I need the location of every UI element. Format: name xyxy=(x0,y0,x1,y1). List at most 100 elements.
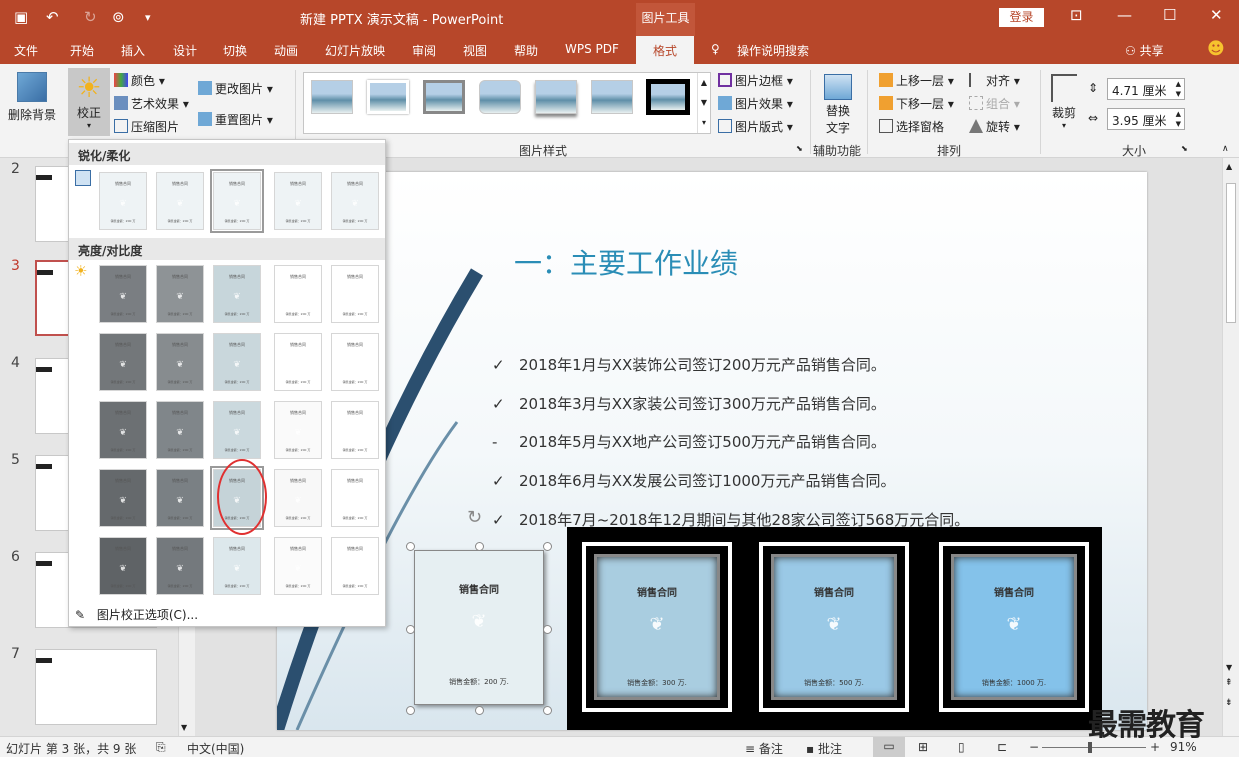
tab-transitions[interactable]: 切换 xyxy=(223,42,247,59)
resize-handle[interactable] xyxy=(543,706,552,715)
rotate-button[interactable]: 旋转 ▾ xyxy=(969,118,1020,135)
tab-home[interactable]: 开始 xyxy=(70,42,94,59)
color-button[interactable]: 颜色 ▾ xyxy=(114,72,165,89)
save-icon[interactable]: ▣ xyxy=(14,8,28,26)
brightness-contrast-option-1-4[interactable]: 销售合同 ❦ 销售金额：200 万 xyxy=(274,265,322,323)
picture-corrections-options[interactable]: ✎ 图片校正选项(C)... xyxy=(69,602,385,626)
resize-handle[interactable] xyxy=(475,706,484,715)
contract-image-4[interactable]: 销售合同 ❦ 销售金额：1000 万. xyxy=(937,540,1091,714)
resize-handle[interactable] xyxy=(543,542,552,551)
canvas-scrollbar[interactable]: ▲ ▼ ⇞ ⇟ xyxy=(1222,158,1239,736)
resize-handle[interactable] xyxy=(543,625,552,634)
picture-style-2[interactable] xyxy=(367,80,409,114)
compress-pictures-button[interactable]: 压缩图片 xyxy=(114,118,179,135)
picture-style-1[interactable] xyxy=(311,80,353,114)
sharpen-option-5[interactable]: 销售合同 ❦ 销售金额：200 万 xyxy=(331,172,379,230)
brightness-contrast-option-3-4[interactable]: 销售合同 ❦ 销售金额：200 万 xyxy=(274,401,322,459)
dialog-launcher-icon[interactable]: ⬊ xyxy=(796,144,803,153)
sharpen-option-4[interactable]: 销售合同 ❦ 销售金额：200 万 xyxy=(274,172,322,230)
reading-view-icon[interactable]: ▯ xyxy=(958,740,965,754)
change-picture-button[interactable]: 更改图片 ▾ xyxy=(198,80,273,97)
tell-me-search[interactable]: 操作说明搜索 xyxy=(737,42,809,59)
reset-picture-button[interactable]: 重置图片 ▾ xyxy=(198,111,273,128)
brightness-contrast-option-1-5[interactable]: 销售合同 ❦ 销售金额：200 万 xyxy=(331,265,379,323)
zoom-out-icon[interactable]: − xyxy=(1029,740,1039,754)
maximize-icon[interactable]: ☐ xyxy=(1163,6,1176,24)
sharpen-option-3[interactable]: 销售合同 ❦ 销售金额：200 万 xyxy=(210,169,264,233)
picture-style-6[interactable] xyxy=(591,80,633,114)
contract-image-3[interactable]: 销售合同 ❦ 销售金额：500 万. xyxy=(757,540,911,714)
customize-qat-icon[interactable]: ▾ xyxy=(145,11,151,24)
brightness-contrast-option-4-4[interactable]: 销售合同 ❦ 销售金额：200 万 xyxy=(274,469,322,527)
brightness-contrast-option-2-1[interactable]: 销售合同 ❦ 销售金额：200 万 xyxy=(99,333,147,391)
minimize-icon[interactable]: — xyxy=(1117,6,1132,24)
picture-border-button[interactable]: 图片边框 ▾ xyxy=(718,72,793,89)
resize-handle[interactable] xyxy=(475,542,484,551)
resize-handle[interactable] xyxy=(406,625,415,634)
tab-format[interactable]: 格式 xyxy=(636,36,694,64)
brightness-contrast-option-5-4[interactable]: 销售合同 ❦ 销售金额：200 万 xyxy=(274,537,322,595)
picture-style-7[interactable] xyxy=(646,79,690,115)
picture-style-5[interactable] xyxy=(535,80,577,114)
corrections-button[interactable]: ☀ 校正 ▾ xyxy=(68,68,110,136)
align-button[interactable]: 对齐 ▾ xyxy=(969,72,1020,89)
tab-view[interactable]: 视图 xyxy=(463,42,487,59)
tab-file[interactable]: 文件 xyxy=(14,42,38,59)
slide[interactable]: 一：主要工作业绩 ✓ 2018年1月与XX装饰公司签订200万元产品销售合同。 ✓… xyxy=(277,172,1147,730)
smiley-icon[interactable]: ☻ xyxy=(1207,39,1225,59)
contract-image-2[interactable]: 销售合同 ❦ 销售金额：300 万. xyxy=(580,540,734,714)
bullet-3[interactable]: -2018年5月与XX地产公司签订500万元产品销售合同。 xyxy=(492,431,886,452)
artistic-effects-button[interactable]: 艺术效果 ▾ xyxy=(114,95,189,112)
alt-text-button[interactable]: 替换 文字 xyxy=(820,74,856,136)
contract-image-1-selected[interactable]: 销售合同 ❦ 销售金额：200 万. xyxy=(414,550,544,705)
sharpen-option-1[interactable]: 销售合同 ❦ 销售金额：200 万 xyxy=(99,172,147,230)
login-button[interactable]: 登录 xyxy=(999,8,1044,27)
remove-background-button[interactable]: 删除背景 xyxy=(8,72,56,123)
undo-icon[interactable]: ↶ xyxy=(46,8,59,26)
brightness-contrast-option-2-3[interactable]: 销售合同 ❦ 销售金额：200 万 xyxy=(213,333,261,391)
rotate-handle-icon[interactable]: ↻ xyxy=(467,507,482,528)
send-backward-button[interactable]: 下移一层 ▾ xyxy=(879,95,954,112)
slideshow-icon[interactable]: ⊏ xyxy=(997,740,1007,754)
brightness-contrast-option-3-3[interactable]: 销售合同 ❦ 销售金额：200 万 xyxy=(213,401,261,459)
brightness-contrast-option-2-5[interactable]: 销售合同 ❦ 销售金额：200 万 xyxy=(331,333,379,391)
start-from-beginning-icon[interactable]: ⊚ xyxy=(112,8,125,26)
brightness-contrast-option-5-2[interactable]: 销售合同 ❦ 销售金额：200 万 xyxy=(156,537,204,595)
resize-handle[interactable] xyxy=(406,542,415,551)
tab-insert[interactable]: 插入 xyxy=(121,42,145,59)
sharpen-option-2[interactable]: 销售合同 ❦ 销售金额：200 万 xyxy=(156,172,204,230)
tab-review[interactable]: 审阅 xyxy=(412,42,436,59)
normal-view-icon[interactable]: ▭ xyxy=(873,737,905,757)
collapse-ribbon-icon[interactable]: ∧ xyxy=(1222,144,1229,154)
bullet-1[interactable]: ✓ 2018年1月与XX装饰公司签订200万元产品销售合同。 xyxy=(492,354,886,375)
brightness-contrast-option-3-1[interactable]: 销售合同 ❦ 销售金额：200 万 xyxy=(99,401,147,459)
picture-layout-button[interactable]: 图片版式 ▾ xyxy=(718,118,793,135)
scroll-thumb[interactable] xyxy=(1226,183,1236,323)
size-dialog-launcher-icon[interactable]: ⬊ xyxy=(1181,144,1188,153)
slide-sorter-icon[interactable]: ⊞ xyxy=(918,740,928,754)
brightness-contrast-option-5-1[interactable]: 销售合同 ❦ 销售金额：200 万 xyxy=(99,537,147,595)
tab-help[interactable]: 帮助 xyxy=(514,42,538,59)
bring-forward-button[interactable]: 上移一层 ▾ xyxy=(879,72,954,89)
close-icon[interactable]: ✕ xyxy=(1210,6,1223,24)
tab-animations[interactable]: 动画 xyxy=(274,42,298,59)
comments-button[interactable]: ▪ 批注 xyxy=(806,740,842,757)
brightness-contrast-option-1-2[interactable]: 销售合同 ❦ 销售金额：200 万 xyxy=(156,265,204,323)
brightness-contrast-option-5-5[interactable]: 销售合同 ❦ 销售金额：200 万 xyxy=(331,537,379,595)
spell-check-icon[interactable]: ⎘ xyxy=(156,740,166,755)
slide-thumbnail-7[interactable] xyxy=(35,649,157,725)
selection-pane-button[interactable]: 选择窗格 xyxy=(879,118,944,135)
ribbon-display-options-icon[interactable]: ⊡ xyxy=(1070,6,1083,24)
brightness-contrast-option-4-2[interactable]: 销售合同 ❦ 销售金额：200 万 xyxy=(156,469,204,527)
brightness-contrast-option-3-5[interactable]: 销售合同 ❦ 销售金额：200 万 xyxy=(331,401,379,459)
tab-design[interactable]: 设计 xyxy=(173,42,197,59)
brightness-contrast-option-2-2[interactable]: 销售合同 ❦ 销售金额：200 万 xyxy=(156,333,204,391)
scroll-down-icon[interactable]: ▼ xyxy=(181,723,187,732)
slide-title[interactable]: 一：主要工作业绩 xyxy=(514,242,738,282)
redo-icon[interactable]: ↻ xyxy=(84,8,97,26)
brightness-contrast-option-1-3[interactable]: 销售合同 ❦ 销售金额：200 万 xyxy=(213,265,261,323)
width-spinner[interactable]: 3.95 厘米 ▲ ▼ xyxy=(1107,108,1185,130)
brightness-contrast-option-5-3[interactable]: 销售合同 ❦ 销售金额：200 万 xyxy=(213,537,261,595)
brightness-contrast-option-4-5[interactable]: 销售合同 ❦ 销售金额：200 万 xyxy=(331,469,379,527)
scroll-up-icon[interactable]: ▲ xyxy=(1226,162,1232,171)
